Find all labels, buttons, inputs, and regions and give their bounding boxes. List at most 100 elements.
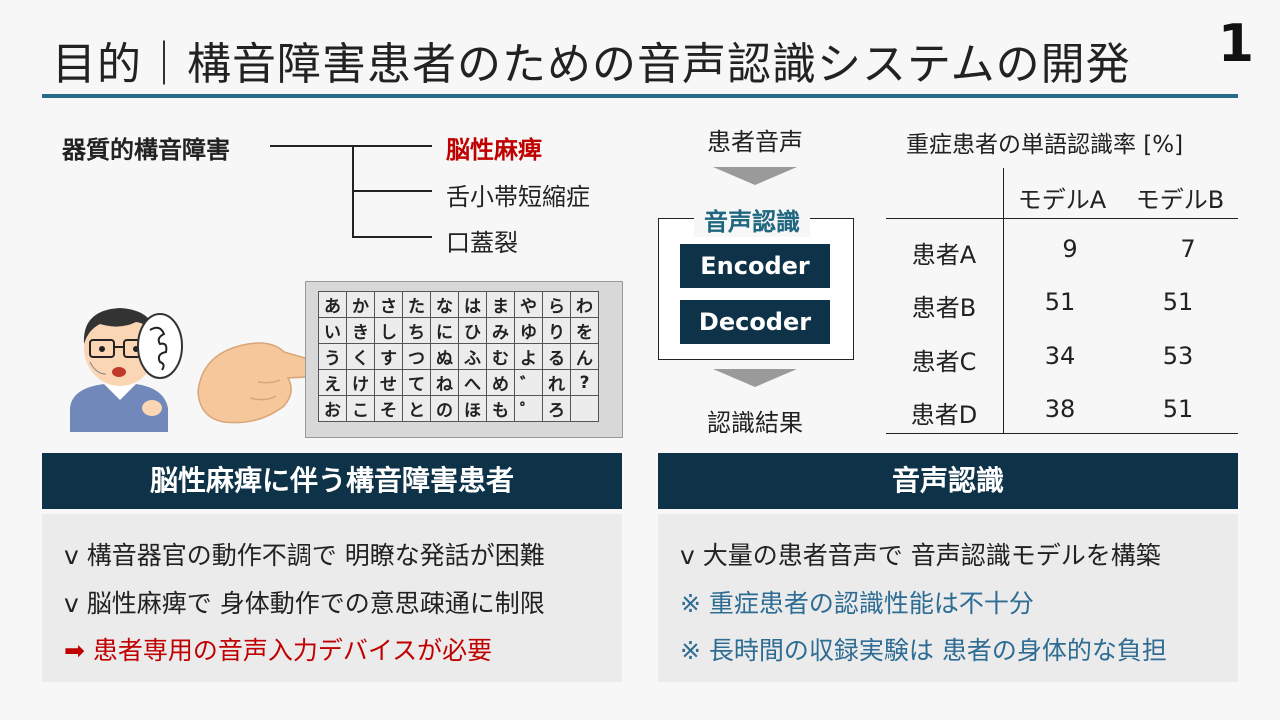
kana-cell: れ [542, 369, 571, 396]
tree-leaf-tongue-tie: 舌小帯短縮症 [446, 183, 590, 211]
kana-cell: い [318, 317, 347, 344]
bullet-item: v 構音器官の動作不調で 明瞭な発話が困難 [64, 541, 545, 570]
kana-cell: た [402, 291, 431, 318]
bullet-item: v 大量の患者音声で 音声認識モデルを構築 [680, 541, 1161, 570]
down-arrow-icon [713, 167, 797, 185]
kana-cell: け [346, 369, 375, 396]
kana-cell: し [374, 317, 403, 344]
tree-connector [352, 236, 432, 238]
kana-cell: へ [458, 369, 487, 396]
kana-cell: ち [402, 317, 431, 344]
page-number: 1 [1217, 14, 1254, 74]
kana-cell: よ [514, 343, 543, 370]
column-header-model-b: モデルB [1135, 186, 1225, 214]
asr-caption: 音声認識 [694, 202, 810, 237]
kana-cell: に [430, 317, 459, 344]
kana-cell: な [430, 291, 459, 318]
kana-cell: ね [430, 369, 459, 396]
kana-cell: と [402, 395, 431, 422]
results-caption: 重症患者の単語認識率 [%] [906, 132, 1184, 158]
kana-cell: て [402, 369, 431, 396]
right-panel-heading: 音声認識 [658, 453, 1238, 509]
tree-leaf-cleft-palate: 口蓋裂 [446, 229, 518, 257]
kana-cell: や [514, 291, 543, 318]
kana-cell [570, 395, 599, 422]
table-cell: 51 [1044, 288, 1076, 316]
kana-grid: あかさたなはまやらわいきしちにひみゆりをうくすつぬふむよるんえけせてねへめ゛れ?… [318, 291, 599, 422]
kana-cell: ほ [458, 395, 487, 422]
row-label: 患者D [910, 401, 978, 429]
kana-cell: え [318, 369, 347, 396]
kana-cell: み [486, 317, 515, 344]
kana-cell: う [318, 343, 347, 370]
conclusion-item: ➡ 患者専用の音声入力デバイスが必要 [64, 636, 493, 665]
kana-cell: め [486, 369, 515, 396]
right-panel-body: v 大量の患者音声で 音声認識モデルを構築 ※ 重症患者の認識性能は不十分 ※ … [658, 514, 1238, 682]
table-cell: 7 [1180, 235, 1196, 263]
tree-leaf-cerebral-palsy: 脳性麻痺 [446, 136, 542, 164]
table-vertical-rule [1003, 168, 1004, 434]
title-underline [42, 94, 1238, 98]
flow-input-label: 患者音声 [707, 128, 803, 156]
kana-cell: ひ [458, 317, 487, 344]
kana-cell: る [542, 343, 571, 370]
kana-cell: も [486, 395, 515, 422]
bullet-item: v 脳性麻痺で 身体動作での意思疎通に制限 [64, 589, 545, 618]
kana-cell: ゛ [514, 369, 543, 396]
kana-row: おこそとのほも゜ろ [318, 395, 599, 422]
tree-connector [270, 145, 354, 147]
kana-cell: の [430, 395, 459, 422]
kana-cell: ぬ [430, 343, 459, 370]
table-cell: 53 [1162, 342, 1194, 370]
speech-bubble-icon [137, 313, 183, 379]
left-panel-body: v 構音器官の動作不調で 明瞭な発話が困難 v 脳性麻痺で 身体動作での意思疎通… [42, 514, 622, 682]
column-header-model-a: モデルA [1017, 186, 1107, 214]
kana-cell: ら [542, 291, 571, 318]
row-label: 患者A [911, 241, 977, 269]
kana-cell: ゆ [514, 317, 543, 344]
kana-letter-board: あかさたなはまやらわいきしちにひみゆりをうくすつぬふむよるんえけせてねへめ゛れ?… [305, 281, 623, 438]
table-cell: 38 [1044, 395, 1076, 423]
down-arrow-icon [713, 369, 797, 387]
kana-cell: ふ [458, 343, 487, 370]
kana-cell: を [570, 317, 599, 344]
note-item: ※ 長時間の収録実験は 患者の身体的な負担 [680, 636, 1167, 665]
kana-cell: り [542, 317, 571, 344]
kana-cell: ま [486, 291, 515, 318]
kana-cell: お [318, 395, 347, 422]
kana-cell: ろ [542, 395, 571, 422]
tree-connector [352, 190, 432, 192]
page-title: 目的｜構音障害患者のための音声認識システムの開発 [52, 39, 1131, 90]
table-cell: 51 [1162, 288, 1194, 316]
flow-output-label: 認識結果 [707, 409, 803, 437]
kana-cell: わ [570, 291, 599, 318]
kana-row: うくすつぬふむよるん [318, 343, 599, 370]
row-label: 患者B [911, 294, 977, 322]
kana-cell: せ [374, 369, 403, 396]
kana-cell: こ [346, 395, 375, 422]
row-label: 患者C [911, 348, 977, 376]
kana-cell: あ [318, 291, 347, 318]
table-cell: 34 [1044, 342, 1076, 370]
kana-row: いきしちにひみゆりを [318, 317, 599, 344]
table-cell: 51 [1162, 395, 1194, 423]
kana-cell: む [486, 343, 515, 370]
tree-root-label: 器質的構音障害 [62, 136, 230, 164]
kana-row: えけせてねへめ゛れ? [318, 369, 599, 396]
kana-cell: さ [374, 291, 403, 318]
note-item: ※ 重症患者の認識性能は不十分 [680, 589, 1034, 618]
kana-cell: は [458, 291, 487, 318]
left-panel-heading: 脳性麻痺に伴う構音障害患者 [42, 453, 622, 509]
table-header-rule [886, 218, 1238, 219]
kana-cell: ? [570, 369, 599, 396]
kana-row: あかさたなはまやらわ [318, 291, 599, 318]
kana-cell: ん [570, 343, 599, 370]
kana-cell: か [346, 291, 375, 318]
kana-cell: つ [402, 343, 431, 370]
kana-cell: す [374, 343, 403, 370]
table-bottom-rule [886, 433, 1238, 434]
decoder-block: Decoder [680, 300, 830, 344]
kana-cell: き [346, 317, 375, 344]
kana-cell: く [346, 343, 375, 370]
encoder-block: Encoder [680, 244, 830, 288]
